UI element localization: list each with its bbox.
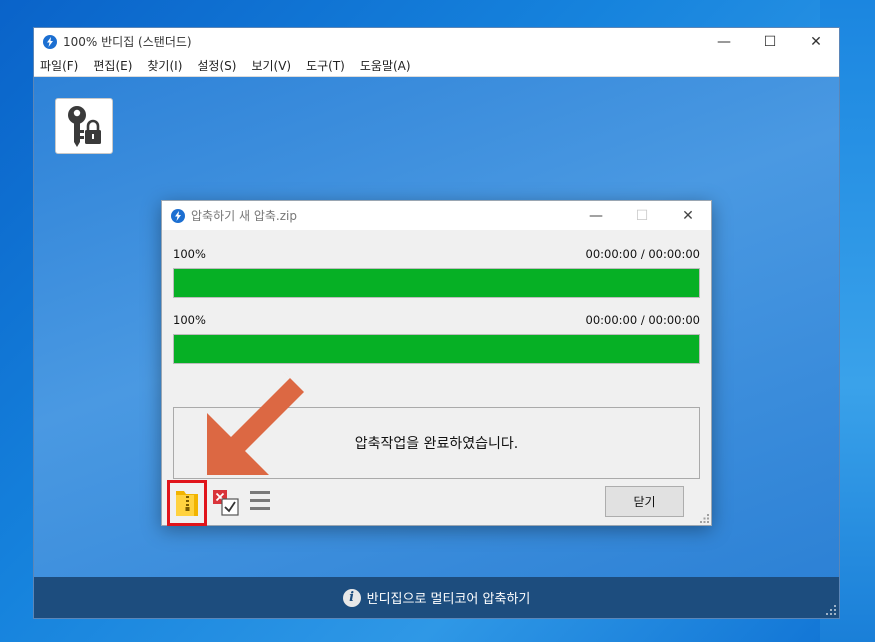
menu-bar: 파일(F) 편집(E) 찾기(I) 설정(S) 보기(V) 도구(T) 도움말(… bbox=[34, 55, 839, 77]
pointer-arrow-annotation bbox=[207, 371, 304, 475]
progress-1-percent: 100% bbox=[173, 247, 206, 261]
close-window-button[interactable]: ✕ bbox=[793, 28, 839, 55]
menu-settings[interactable]: 설정(S) bbox=[197, 57, 236, 74]
options-menu-icon[interactable] bbox=[250, 491, 270, 513]
progress-2-percent: 100% bbox=[173, 313, 206, 327]
menu-help[interactable]: 도움말(A) bbox=[360, 57, 411, 74]
menu-edit[interactable]: 편집(E) bbox=[93, 57, 132, 74]
progress-bar-2 bbox=[173, 334, 700, 364]
password-manager-button[interactable] bbox=[55, 98, 113, 154]
status-message[interactable]: 반디집으로 멀티코어 압축하기 bbox=[367, 588, 531, 607]
main-window-title: 100% 반디집 (스탠더드) bbox=[63, 35, 192, 49]
dialog-title: 압축하기 새 압축.zip bbox=[191, 209, 297, 223]
folder-zip-icon bbox=[176, 491, 198, 516]
minimize-button[interactable]: — bbox=[701, 28, 747, 55]
key-lock-icon bbox=[68, 106, 101, 147]
progress-bar-2-fill bbox=[174, 335, 699, 363]
maximize-button[interactable]: ☐ bbox=[747, 28, 793, 55]
menu-find[interactable]: 찾기(I) bbox=[147, 57, 182, 74]
menu-tools[interactable]: 도구(T) bbox=[306, 57, 345, 74]
progress-2-time: 00:00:00 / 00:00:00 bbox=[585, 313, 700, 327]
resize-grip-icon[interactable] bbox=[826, 605, 836, 615]
info-icon: i bbox=[342, 588, 361, 607]
dialog-titlebar[interactable]: 압축하기 새 압축.zip — ☐ ✕ bbox=[162, 201, 711, 230]
bandizip-logo-icon bbox=[171, 208, 185, 223]
progress-bar-1-fill bbox=[174, 269, 699, 297]
progress-bar-1 bbox=[173, 268, 700, 298]
close-button[interactable]: 닫기 bbox=[605, 486, 684, 517]
dialog-resize-grip-icon[interactable] bbox=[700, 514, 709, 523]
dialog-close-x-button[interactable]: ✕ bbox=[665, 201, 711, 230]
dialog-minimize-button[interactable]: — bbox=[573, 201, 619, 230]
progress-1-time: 00:00:00 / 00:00:00 bbox=[585, 247, 700, 261]
dialog-maximize-button: ☐ bbox=[635, 207, 649, 224]
menu-view[interactable]: 보기(V) bbox=[251, 57, 291, 74]
menu-file[interactable]: 파일(F) bbox=[40, 57, 78, 74]
main-titlebar[interactable]: 100% 반디집 (스탠더드) — ☐ ✕ bbox=[34, 28, 839, 55]
bandizip-logo-icon bbox=[43, 34, 57, 49]
close-after-done-checkbox-icon[interactable] bbox=[212, 489, 240, 517]
open-folder-button[interactable] bbox=[167, 480, 207, 526]
status-bar: i 반디집으로 멀티코어 압축하기 bbox=[34, 577, 839, 618]
